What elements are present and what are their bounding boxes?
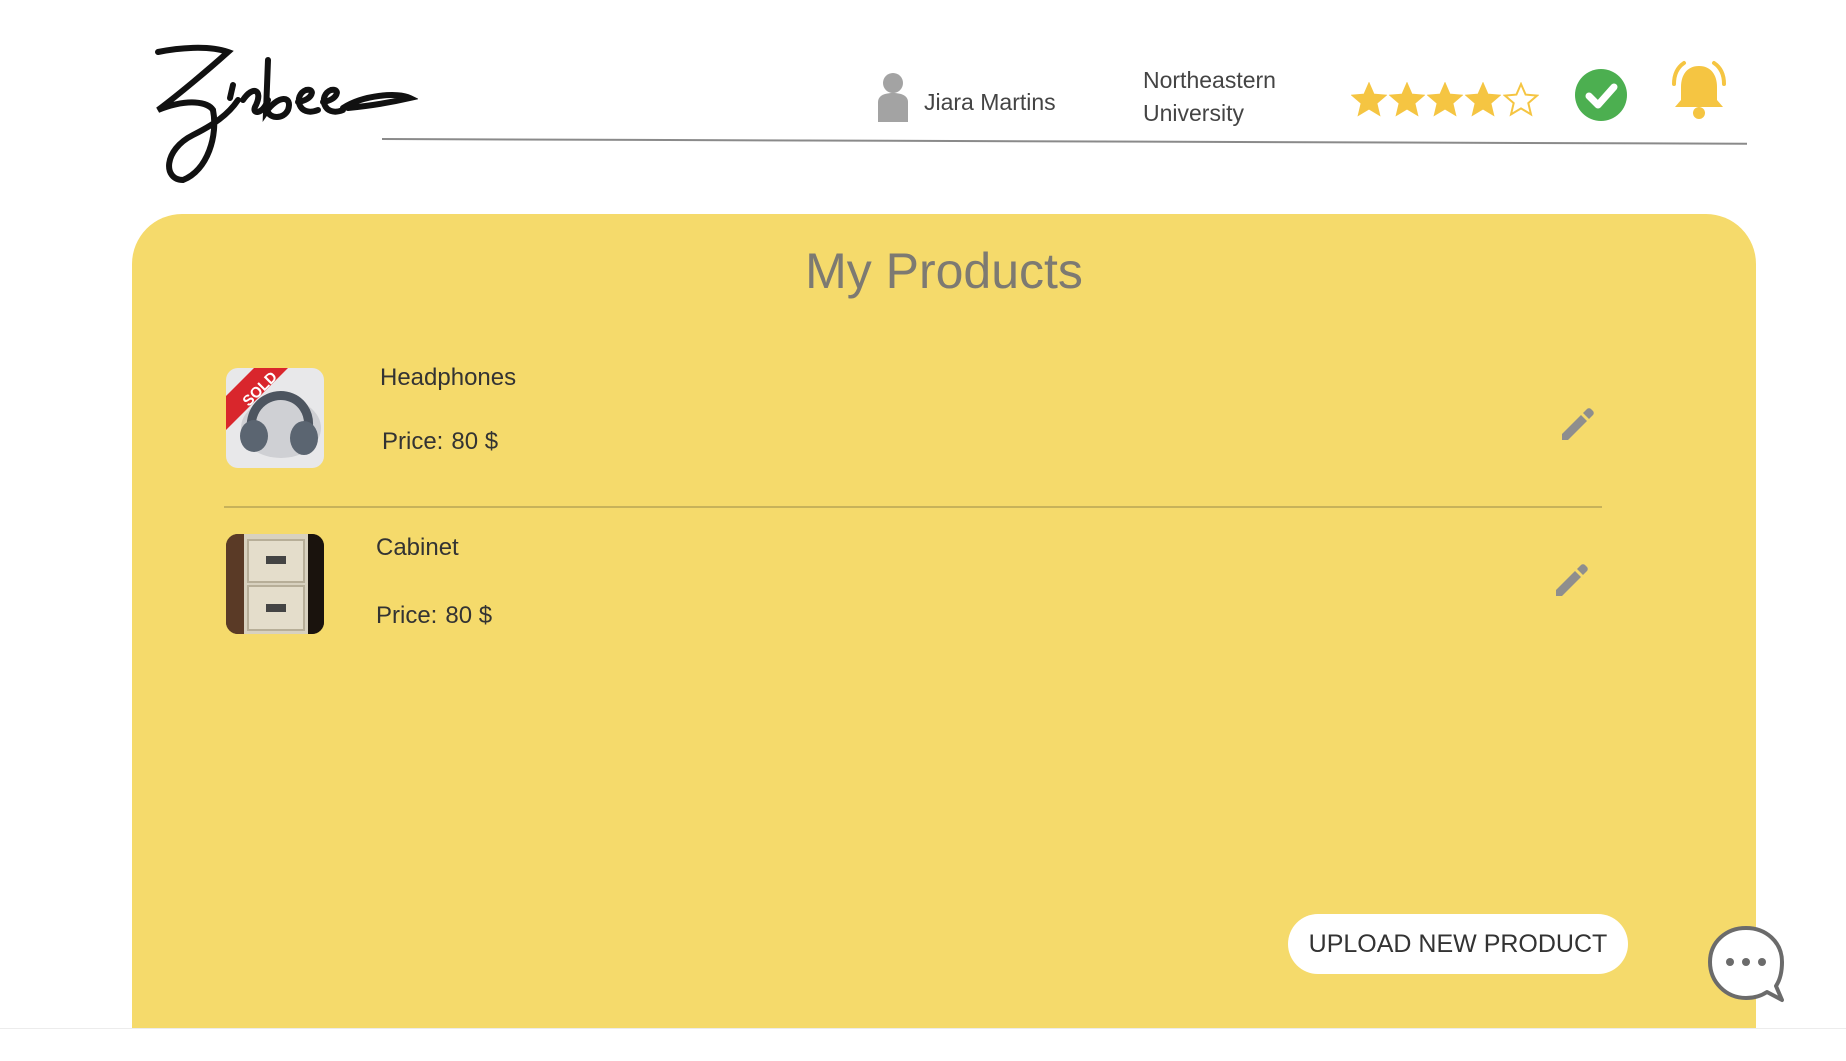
bottom-bar	[0, 1028, 1846, 1061]
user-profile[interactable]: Jiara Martins	[876, 72, 1056, 122]
bell-icon[interactable]	[1666, 60, 1732, 124]
price-value: 80 $	[445, 602, 493, 629]
university-label: Northeastern University	[1143, 67, 1276, 126]
product-name: Cabinet	[376, 534, 459, 561]
star-icon	[1351, 82, 1387, 117]
brand-logo[interactable]	[138, 40, 418, 190]
star-icon	[1389, 82, 1425, 117]
product-image[interactable]	[226, 534, 324, 634]
edit-icon[interactable]	[1550, 560, 1590, 600]
edit-icon[interactable]	[1556, 404, 1596, 444]
user-name: Jiara Martins	[924, 88, 1056, 115]
star-icon	[1465, 82, 1501, 117]
upload-new-product-button[interactable]: UPLOAD NEW PRODUCT	[1288, 914, 1628, 974]
price-label: Price:	[376, 602, 438, 629]
product-price: Price: 80 $	[376, 602, 492, 630]
cabinet-photo	[226, 534, 324, 634]
user-icon	[878, 73, 908, 122]
product-price: Price: 80 $	[382, 428, 498, 456]
price-value: 80 $	[451, 428, 499, 455]
star-icon	[1503, 82, 1539, 117]
products-panel: My Products SOLD Headphones Price: 80 $	[132, 214, 1756, 1060]
header-divider	[381, 138, 1747, 145]
list-divider	[224, 506, 1602, 508]
page-title: My Products	[805, 243, 1083, 299]
rating-stars	[1351, 82, 1539, 118]
product-image[interactable]: SOLD	[226, 368, 324, 468]
price-label: Price:	[382, 428, 444, 455]
verified-check-icon	[1575, 69, 1627, 121]
chat-bubble-icon[interactable]	[1706, 924, 1786, 1004]
headphones-photo: SOLD	[226, 368, 324, 468]
product-name: Headphones	[380, 364, 517, 391]
star-icon	[1427, 82, 1463, 117]
